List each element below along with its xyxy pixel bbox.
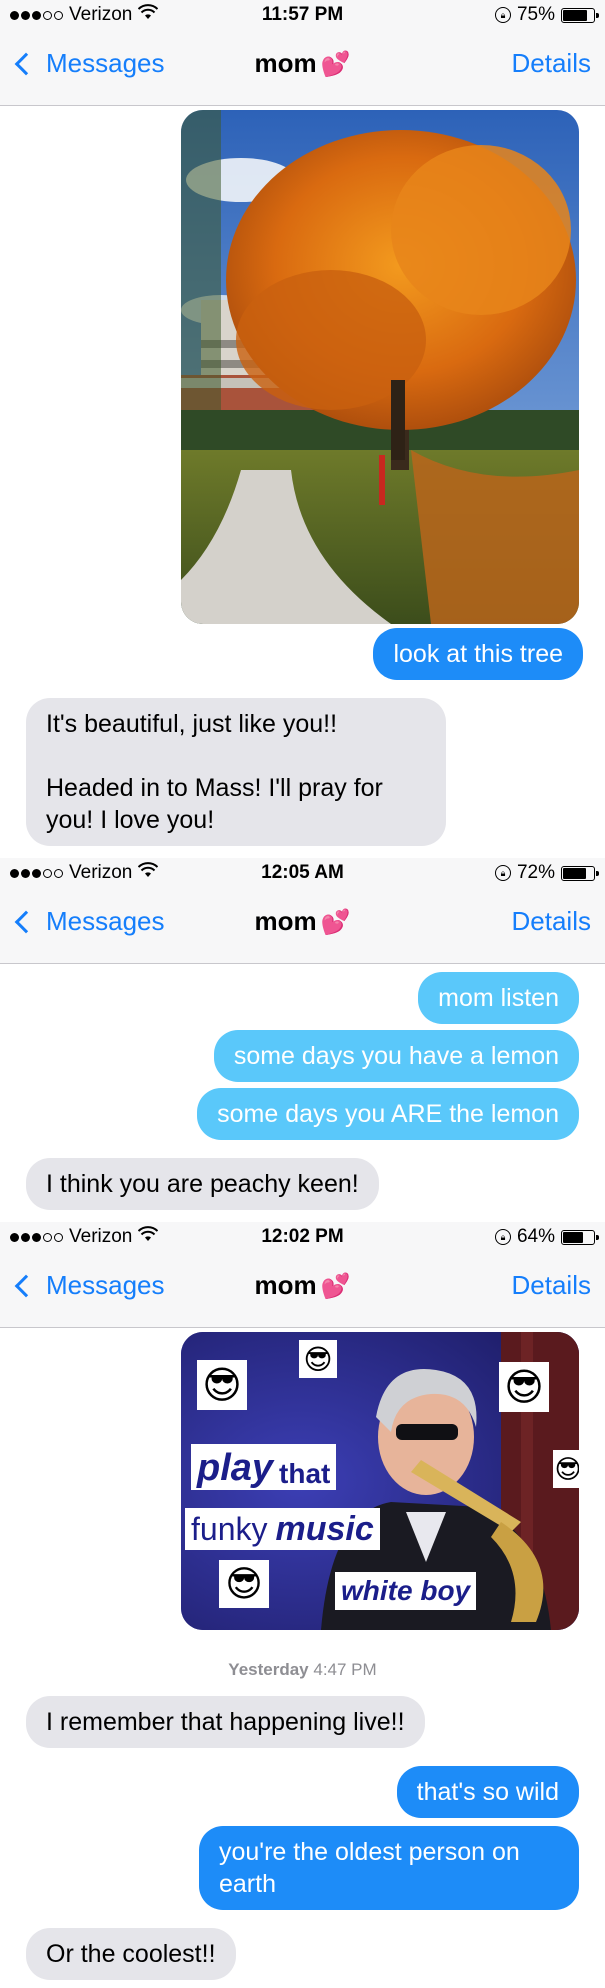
nav-bar: Messages mom 💕 Details [0,888,605,964]
battery-icon [561,865,599,881]
message-bubble-outgoing[interactable]: you're the oldest person on earth [199,1826,579,1910]
message-bubble-incoming[interactable]: It's beautiful, just like you!! Headed i… [26,698,446,846]
two-hearts-icon: 💕 [320,909,351,936]
meme-word-music: music [275,1509,374,1548]
message-bubble-outgoing[interactable]: look at this tree [373,628,583,680]
meme-word-funky: funky [191,1510,268,1547]
contact-name: mom [254,48,317,78]
status-bar: Verizon 11:57 PM 🔒︎ 75% [0,0,605,30]
timestamp-day: Yesterday [228,1660,309,1679]
meme-word-that: that [279,1458,331,1489]
screenshot-2: Verizon 12:05 AM 🔒︎ 72% Messages mom 💕 De… [0,858,605,1222]
details-button[interactable]: Details [512,906,591,937]
message-bubble-incoming[interactable]: Or the coolest!! [26,1928,236,1980]
meme-caption-line-1: play that [191,1444,337,1490]
battery-percent: 75% [516,4,555,25]
sunglasses-emoji-icon: 😎 [499,1362,549,1412]
message-bubble-outgoing[interactable]: mom listen [418,972,579,1024]
two-hearts-icon: 💕 [320,1273,351,1300]
autumn-tree-image [181,110,579,624]
contact-name: mom [254,1270,317,1300]
message-bubble-outgoing[interactable]: some days you have a lemon [213,1030,579,1082]
details-button[interactable]: Details [512,48,591,79]
rotation-lock-icon: 🔒︎ [494,7,511,23]
photo-message-autumn-tree[interactable] [181,110,579,624]
nav-bar: Messages mom 💕 Details [0,1252,605,1328]
battery-percent: 72% [516,862,555,883]
status-bar: Verizon 12:05 AM 🔒︎ 72% [0,858,605,888]
message-bubble-outgoing[interactable]: some days you ARE the lemon [197,1088,579,1140]
two-hearts-icon: 💕 [320,51,351,78]
meme-image-message[interactable]: 😎 😎 😎 😎 😎 play that funky music white bo… [181,1332,579,1630]
message-bubble-incoming[interactable]: I think you are peachy keen! [26,1158,379,1210]
battery-icon [561,1229,599,1245]
sunglasses-emoji-icon: 😎 [219,1560,269,1608]
message-bubble-outgoing[interactable]: that's so wild [396,1766,579,1818]
meme-words-white-boy: white boy [341,1575,471,1606]
meme-caption-line-3: white boy [335,1572,477,1610]
status-bar: Verizon 12:02 PM 🔒︎ 64% [0,1222,605,1252]
message-bubble-incoming[interactable]: I remember that happening live!! [26,1696,425,1748]
message-timestamp: Yesterday 4:47 PM [0,1660,605,1680]
screenshot-3: Verizon 12:02 PM 🔒︎ 64% Messages mom 💕 De… [0,1222,605,1988]
timestamp-time: 4:47 PM [313,1660,377,1679]
sunglasses-emoji-icon: 😎 [197,1360,247,1410]
meme-caption-line-2: funky music [185,1508,380,1550]
sunglasses-emoji-icon: 😎 [299,1340,337,1378]
meme-word-play: play [197,1447,274,1489]
rotation-lock-icon: 🔒︎ [494,1229,511,1245]
screenshot-1: Verizon 11:57 PM 🔒︎ 75% Messages mom 💕 De… [0,0,605,858]
battery-icon [561,7,599,23]
details-button[interactable]: Details [512,1270,591,1301]
nav-bar: Messages mom 💕 Details [0,30,605,106]
battery-percent: 64% [516,1226,555,1247]
rotation-lock-icon: 🔒︎ [494,865,511,881]
contact-name: mom [254,906,317,936]
sunglasses-emoji-icon: 😎 [553,1450,579,1488]
